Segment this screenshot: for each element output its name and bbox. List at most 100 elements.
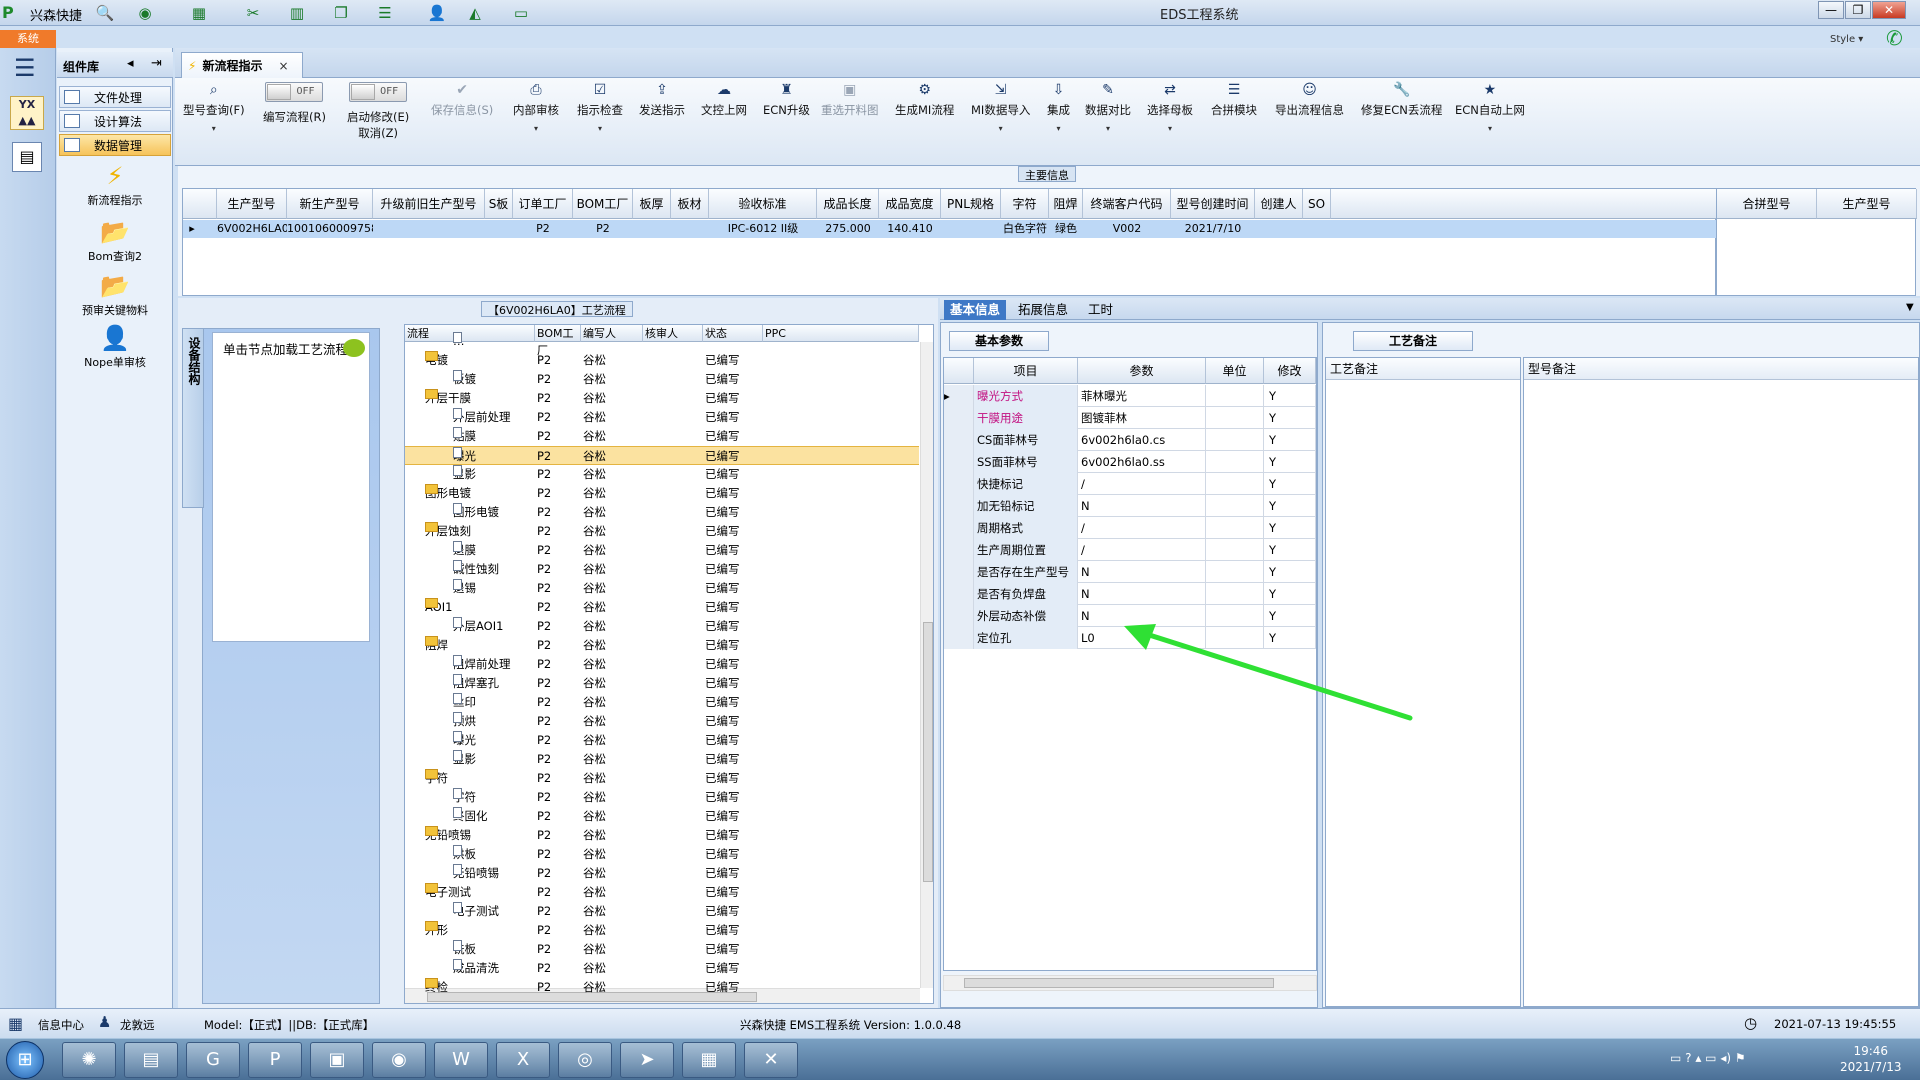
tree-node[interactable]: −外层蚀刻 [425,522,471,541]
tree-node[interactable]: 丝印 [453,693,476,712]
tree-node[interactable]: 阻焊前处理 [453,655,511,674]
system-tab[interactable]: 系统 [0,30,56,48]
tool-new-process[interactable]: ⚡ 新流程指示 [57,162,173,208]
taskbar-x-app-icon[interactable]: ✕ [744,1042,798,1078]
column-header[interactable]: 字符 [1001,189,1049,219]
tree-node[interactable]: 显影 [453,750,476,769]
param-row[interactable]: ▸ 曝光方式 菲林曝光 Y [944,385,1316,407]
restore-button[interactable]: ❐ [1845,1,1871,19]
table-icon[interactable]: ▦ [188,2,210,24]
param-unit[interactable] [1206,561,1264,583]
column-header[interactable]: 新生产型号 [287,189,373,219]
tree-row[interactable]: 烘板 P2 谷松 已编写 [405,845,919,864]
param-value[interactable]: 6v002h6la0.ss [1078,451,1206,473]
tree-row[interactable]: 预烘 P2 谷松 已编写 [405,712,919,731]
tree-node[interactable]: −字符 [425,769,448,788]
column-header[interactable]: 成品宽度 [879,189,941,219]
param-unit[interactable] [1206,429,1264,451]
table-cell[interactable]: 275.000 [817,220,879,238]
tree-node[interactable]: −电镀 [425,351,448,370]
ribbon-label-cancel[interactable]: 取消(Z) [358,126,398,140]
tree-node[interactable]: 曝光 [453,731,476,750]
row-header[interactable] [944,605,974,627]
column-header[interactable]: 生产型号 [1817,189,1917,219]
param-modify[interactable]: Y [1264,451,1316,473]
tree-row[interactable]: 曝光 P2 谷松 已编写 [405,446,919,465]
param-value[interactable]: N [1078,561,1206,583]
taskbar-clock[interactable]: 19:46 2021/7/13 [1840,1043,1902,1075]
merge-module-button[interactable]: ☰ 合拼模块 [1211,82,1257,118]
globe-icon[interactable]: ◉ [134,2,156,24]
column-header[interactable]: 合拼型号 [1717,189,1817,219]
param-row[interactable]: 快捷标记 / Y [944,473,1316,495]
tree-node[interactable]: −外层干膜 [425,389,471,408]
param-unit[interactable] [1206,385,1264,407]
row-header[interactable] [944,583,974,605]
tab-extended-info[interactable]: 拓展信息 [1012,300,1074,320]
param-modify[interactable]: Y [1264,473,1316,495]
table-cell[interactable] [373,220,485,238]
tree-node[interactable]: −图形电镀 [425,484,471,503]
table-cell[interactable]: 2021/7/10 [1171,220,1255,238]
tree-row[interactable]: 阻焊塞孔 P2 谷松 已编写 [405,674,919,693]
column-header[interactable]: 参数 [1078,358,1206,384]
param-row[interactable]: 干膜用途 图镀菲林 Y [944,407,1316,429]
column-header[interactable]: 单位 [1206,358,1264,384]
param-unit[interactable] [1206,451,1264,473]
instruction-check-button[interactable]: ☑ 指示检查 ▾ [577,82,623,133]
tree-row[interactable]: −AOI1 P2 谷松 已编写 [405,598,919,617]
param-unit[interactable] [1206,495,1264,517]
tree-node[interactable]: … [453,332,465,351]
search-icon[interactable]: 🔍 [94,2,116,24]
param-modify[interactable]: Y [1264,495,1316,517]
grid-icon[interactable]: ▦ [8,1014,23,1033]
calendar-icon[interactable]: ▤ [12,142,42,172]
tree-row[interactable]: 外层AOI1 P2 谷松 已编写 [405,617,919,636]
phone-icon[interactable]: ✆ [1886,26,1903,50]
column-header[interactable]: 生产型号 [217,189,287,219]
style-menu[interactable]: Style ▾ [1830,34,1863,45]
collapse-arrow-icon[interactable]: ◂ [127,56,134,71]
param-modify[interactable]: Y [1264,429,1316,451]
tree-node[interactable]: 显影 [453,465,476,484]
tree-node[interactable]: −终检 [425,978,448,997]
tree-node[interactable]: 终固化 [453,807,488,826]
param-unit[interactable] [1206,539,1264,561]
scissors-icon[interactable]: ✂ [242,2,264,24]
taskbar-notepad-icon[interactable]: ▤ [124,1042,178,1078]
taskbar-app-g-icon[interactable]: G [186,1042,240,1078]
column-header[interactable]: 验收标准 [709,189,817,219]
tree-node[interactable]: −AOI1 [425,598,452,617]
table-cell[interactable]: P2 [513,220,573,238]
taskbar-calc-icon[interactable]: ▦ [682,1042,736,1078]
tab-equipment-structure[interactable]: 设备结构 [182,328,204,508]
start-edit-toggle[interactable]: OFF 启动修改(E) 取消(Z) [347,82,409,141]
param-row[interactable]: 生产周期位置 / Y [944,539,1316,561]
tree-node[interactable]: 曝光 [453,447,476,466]
tree-node[interactable]: 烘板 [453,845,476,864]
tree-node[interactable]: 外层前处理 [453,408,511,427]
taskbar-eye-icon[interactable]: ◉ [372,1042,426,1078]
param-unit[interactable] [1206,407,1264,429]
toggle-switch[interactable]: OFF [265,82,324,102]
tree-row[interactable]: −电镀 P2 谷松 已编写 [405,351,919,370]
horizontal-scrollbar[interactable] [943,975,1317,991]
tree-node[interactable]: 铣板 [453,940,476,959]
row-header[interactable] [944,495,974,517]
param-row[interactable]: SS面菲林号 6v002h6la0.ss Y [944,451,1316,473]
tree-row[interactable]: 终固化 P2 谷松 已编写 [405,807,919,826]
param-row[interactable]: 是否有负焊盘 N Y [944,583,1316,605]
tree-row[interactable]: 成品清洗 P2 谷松 已编写 [405,959,919,978]
tree-row[interactable]: 铣板 P2 谷松 已编写 [405,940,919,959]
param-value[interactable]: / [1078,473,1206,495]
tree-node[interactable]: 阻焊塞孔 [453,674,499,693]
tree-row[interactable]: 退锡 P2 谷松 已编写 [405,579,919,598]
tree-row[interactable]: −图形电镀 P2 谷松 已编写 [405,484,919,503]
param-row[interactable]: 加无铅标记 N Y [944,495,1316,517]
taskbar-excel-icon[interactable]: X [496,1042,550,1078]
param-value[interactable]: N [1078,583,1206,605]
taskbar-save-icon[interactable]: ▣ [310,1042,364,1078]
row-header[interactable] [944,451,974,473]
param-unit[interactable] [1206,473,1264,495]
tree-row[interactable]: 退膜 P2 谷松 已编写 [405,541,919,560]
